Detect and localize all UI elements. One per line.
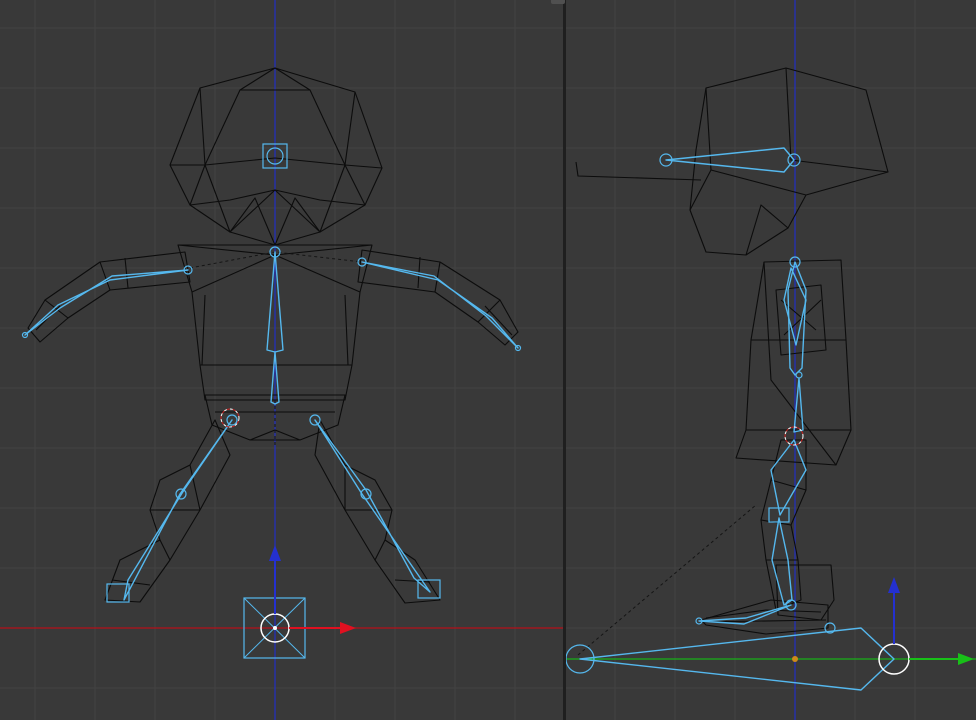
bone-head-side[interactable] (665, 147, 795, 173)
pelvis-joint-side[interactable] (795, 371, 803, 379)
area-corner-widget-left[interactable] (551, 0, 565, 4)
bone-thigh-side[interactable] (770, 439, 807, 516)
armature-side[interactable] (566, 147, 910, 691)
side-view-canvas[interactable] (566, 0, 976, 720)
viewport-grid-side (566, 0, 976, 720)
ik-relation-line-side (577, 504, 757, 656)
viewport-grid (0, 0, 563, 720)
front-view-canvas[interactable] (0, 0, 563, 720)
bone-arm-left[interactable] (24, 269, 189, 336)
armature[interactable] (21, 143, 522, 603)
bone-leg-right[interactable] (314, 419, 431, 593)
bone-shin-side[interactable] (771, 517, 793, 606)
object-origin-dot[interactable] (792, 656, 798, 662)
manipulator-arrow-icon[interactable] (888, 577, 974, 665)
side-view-viewport[interactable] (566, 0, 976, 720)
front-view-viewport[interactable] (0, 0, 563, 720)
